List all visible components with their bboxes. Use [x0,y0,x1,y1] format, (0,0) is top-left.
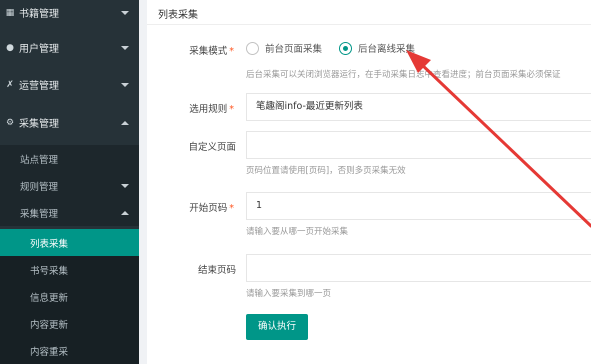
annotation-arrow [406,50,591,228]
